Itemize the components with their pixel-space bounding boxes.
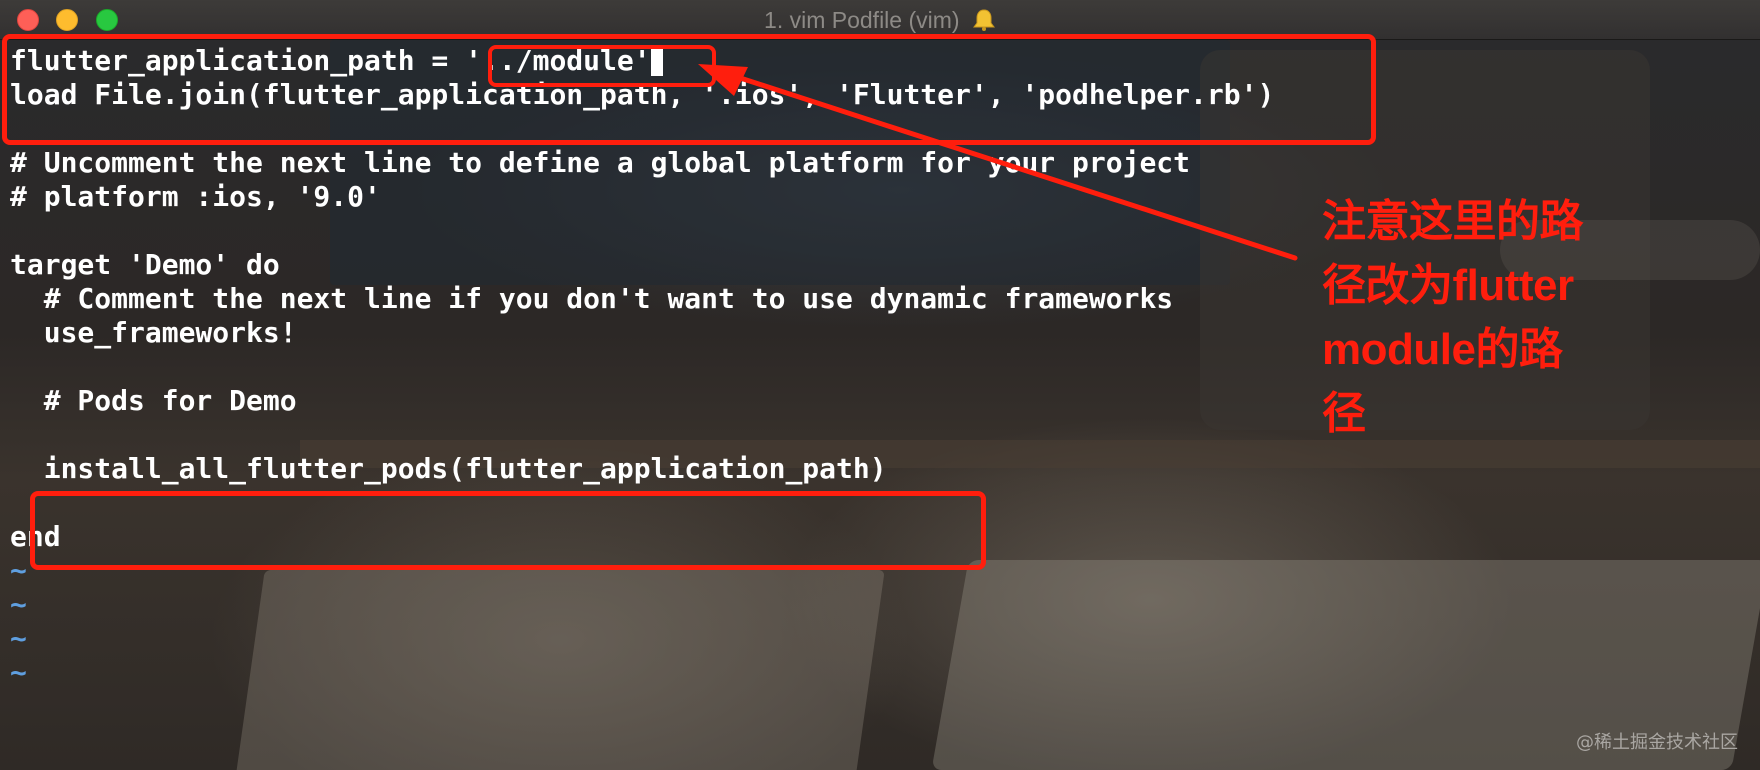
title-bar: 1. vim Podfile (vim) [0,0,1760,40]
code-line: install_all_flutter_pods(flutter_applica… [10,452,887,485]
empty-line-marker: ~ [10,622,27,655]
empty-line-marker: ~ [10,554,27,587]
code-line: # Pods for Demo [10,384,297,417]
code-line: load File.join(flutter_application_path,… [10,78,1275,111]
annotation-note: 注意这里的路 径改为flutter module的路 径 [1322,190,1622,446]
annotation-line: 径 [1322,389,1366,438]
code-line-text: flutter_application_path = '../module' [10,44,651,77]
code-line: target 'Demo' do [10,248,280,281]
empty-line-marker: ~ [10,588,27,621]
code-line: # Uncomment the next line to define a gl… [10,146,1191,179]
code-line: # Comment the next line if you don't wan… [10,282,1174,315]
bell-icon [972,9,995,31]
code-line: # platform :ios, '9.0' [10,180,381,213]
text-cursor [650,48,663,76]
code-line: use_frameworks! [10,316,297,349]
window-title-container: 1. vim Podfile (vim) [0,7,1760,34]
watermark: @稀土掘金技术社区 [1576,732,1738,753]
code-line: flutter_application_path = '../module' [10,44,663,78]
empty-line-marker: ~ [10,656,27,689]
code-line: end [10,520,61,553]
annotation-line: 径改为flutter [1322,261,1574,310]
background-notebook [235,570,885,770]
window-title: 1. vim Podfile (vim) [764,7,960,33]
annotation-line: module的路 [1322,325,1563,374]
annotation-line: 注意这里的路 [1322,197,1584,246]
